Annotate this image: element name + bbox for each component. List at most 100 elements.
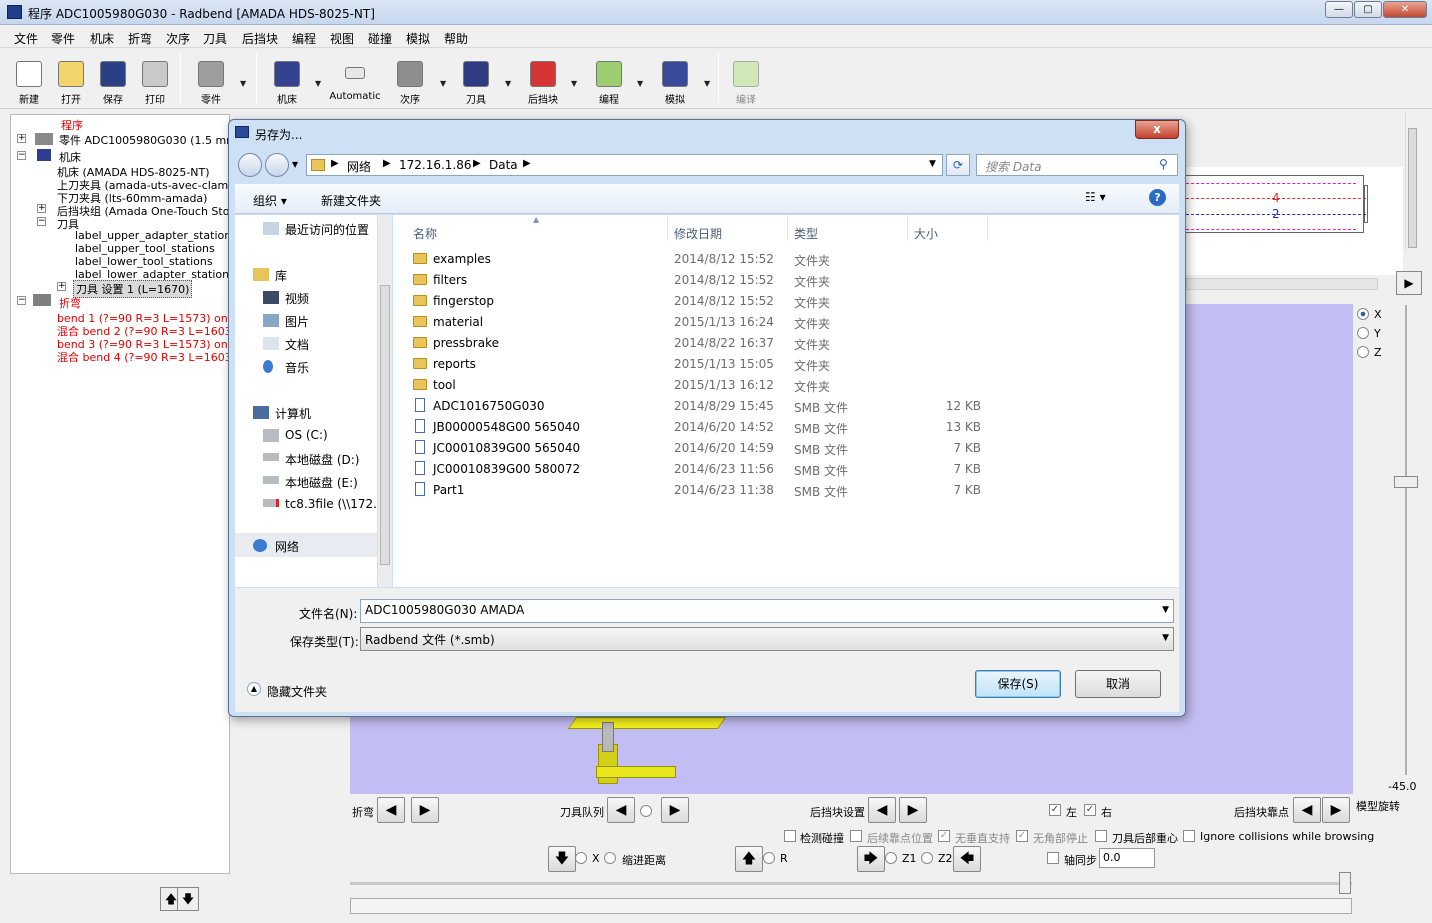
forward-button[interactable] [265,153,289,177]
nav-recent[interactable]: 最近访问的位置 [285,221,369,238]
sequence-dropdown-icon[interactable]: ▼ [440,79,446,88]
scroll-thumb[interactable] [1408,128,1417,248]
nav-drive-d[interactable]: 本地磁盘 (D:) [285,451,359,468]
backgauge-next-button[interactable]: ▶ [899,797,927,823]
menu-file[interactable]: 文件 [14,30,38,47]
left-checkbox[interactable]: ✓ [1049,804,1061,816]
file-row[interactable]: reports 2015/1/13 15:05 文件夹 [413,354,1173,375]
chevron-right-icon[interactable]: ▶ [383,158,391,169]
chevron-right-icon[interactable]: ▶ [331,158,339,169]
filetype-select[interactable]: Radbend 文件 (*.smb) ▼ [360,627,1174,651]
bend-next-button[interactable]: ▶ [411,797,439,823]
nav-videos[interactable]: 视频 [285,290,309,307]
menu-view[interactable]: 视图 [330,30,354,47]
expand-icon[interactable]: + [17,134,26,143]
rotation-slider-thumb[interactable] [1394,476,1418,488]
menu-sequence[interactable]: 次序 [166,30,190,47]
backgauge-dropdown-icon[interactable]: ▼ [571,79,577,88]
tree-bends[interactable]: 折弯 [59,295,81,311]
tree-bend-item[interactable]: 混合 bend 4 (?=90 R=3 L=1603) on 刀 [57,349,229,365]
sync-input[interactable]: 0.0 [1099,848,1155,868]
file-row[interactable]: examples 2014/8/12 15:52 文件夹 [413,249,1173,270]
chevron-right-icon[interactable]: ▶ [523,158,531,169]
axis-x-radio[interactable] [1357,308,1369,320]
open-button[interactable]: 打开 [52,49,90,109]
collapse-icon[interactable]: − [17,151,26,160]
nav-computer[interactable]: 计算机 [275,405,311,422]
view-options-icon[interactable]: ☷ ▾ [1085,190,1106,204]
column-name[interactable]: 名称 [413,225,437,242]
refresh-icon[interactable]: ⟳ [946,154,970,176]
search-icon[interactable]: ⚲ [1159,157,1168,171]
file-row[interactable]: fingerstop 2014/8/12 15:52 文件夹 [413,291,1173,312]
column-divider[interactable] [787,215,788,241]
save-dialog-button[interactable]: 保存(S) [975,670,1061,698]
simulate-button[interactable]: 模拟 [654,49,696,109]
z2-radio[interactable] [921,852,933,864]
backgauge-button[interactable]: 后挡块 [522,49,564,109]
menu-tools[interactable]: 刀具 [203,30,227,47]
filename-dropdown-icon[interactable]: ▼ [1162,605,1169,615]
z1-radio[interactable] [885,852,897,864]
axis-y-radio[interactable] [1357,327,1369,339]
file-row[interactable]: filters 2014/8/12 15:52 文件夹 [413,270,1173,291]
part-button[interactable]: 零件 [190,49,232,109]
machine-button[interactable]: 机床 [266,49,308,109]
address-dropdown-icon[interactable]: ▼ [929,159,936,169]
menu-program[interactable]: 编程 [292,30,316,47]
tool-queue-radio[interactable] [640,805,652,817]
print-button[interactable]: 打印 [136,49,174,109]
menu-simulate[interactable]: 模拟 [406,30,430,47]
history-dropdown-icon[interactable]: ▼ [292,160,298,169]
nav-scrollbar[interactable] [377,215,392,587]
file-row[interactable]: JC00010839G00 580072 2014/6/23 11:56 SMB 文… [413,459,1173,480]
x-radio[interactable] [575,852,587,864]
column-divider[interactable] [987,215,988,241]
ignore-collisions-checkbox[interactable] [1183,830,1195,842]
sync-checkbox[interactable] [1047,852,1059,864]
sequence-button[interactable]: 次序 [390,49,430,109]
nav-drive-c[interactable]: OS (C:) [285,428,328,442]
new-button[interactable]: 新建 [10,49,48,109]
program-dropdown-icon[interactable]: ▼ [637,79,643,88]
compile-button[interactable]: 编译 [726,49,766,109]
file-row[interactable]: material 2015/1/13 16:24 文件夹 [413,312,1173,333]
breadcrumb-network[interactable]: 网络 [347,158,371,175]
file-row[interactable]: Part1 2014/6/23 11:38 SMB 文件 7 KB [413,480,1173,501]
address-bar[interactable]: ▶ 网络 ▶ 172.16.1.86 ▶ Data ▶ ▼ [306,154,943,176]
collapse-icon[interactable]: − [17,296,26,305]
file-row[interactable]: JB00000548G00 565040 2014/6/20 14:52 SMB 文… [413,417,1173,438]
tools-dropdown-icon[interactable]: ▼ [505,79,511,88]
file-row[interactable]: tool 2015/1/13 16:12 文件夹 [413,375,1173,396]
timeline-thumb[interactable] [1339,872,1351,894]
play-button[interactable]: ▶ [1396,271,1422,295]
z-left-button[interactable]: 🡄 [953,846,981,872]
tree-machine[interactable]: 机床 [59,149,81,165]
file-row[interactable]: pressbrake 2014/8/22 16:37 文件夹 [413,333,1173,354]
automatic-button[interactable]: Automatic [328,49,382,109]
program-button[interactable]: 编程 [588,49,630,109]
tool-rear-center-checkbox[interactable] [1095,830,1107,842]
tool-queue-prev-button[interactable]: ◀ [607,797,635,823]
menu-help[interactable]: 帮助 [444,30,468,47]
collapse-icon[interactable]: − [37,217,46,226]
breadcrumb-host[interactable]: 172.16.1.86 [399,158,472,172]
no-vertical-checkbox[interactable]: ✓ [938,830,950,842]
tree-part[interactable]: 零件 ADC1005980G030 (1.5 mm) [59,132,229,148]
points-next-button[interactable]: ▶ [1322,797,1350,823]
minimize-button[interactable]: — [1325,1,1353,18]
nav-network-drive[interactable]: tc8.3file (\\172.1 [285,497,385,511]
horizontal-slider[interactable] [1186,278,1378,290]
move-down-button[interactable]: 🡇 [177,887,199,911]
filename-input[interactable]: ADC1005980G030 AMADA ▼ [360,599,1174,623]
tree-program[interactable]: 程序 [61,117,83,133]
breadcrumb-data[interactable]: Data [489,158,518,172]
tool-queue-next-button[interactable]: ▶ [661,797,689,823]
hide-folders-button[interactable]: 隐藏文件夹 [267,683,327,700]
column-divider[interactable] [907,215,908,241]
cancel-button[interactable]: 取消 [1075,670,1161,698]
close-window-button[interactable]: ✕ [1383,1,1427,18]
tree-tool-item[interactable]: label_upper_adapter_stations [75,229,229,242]
menu-collision[interactable]: 碰撞 [368,30,392,47]
menu-part[interactable]: 零件 [51,30,75,47]
